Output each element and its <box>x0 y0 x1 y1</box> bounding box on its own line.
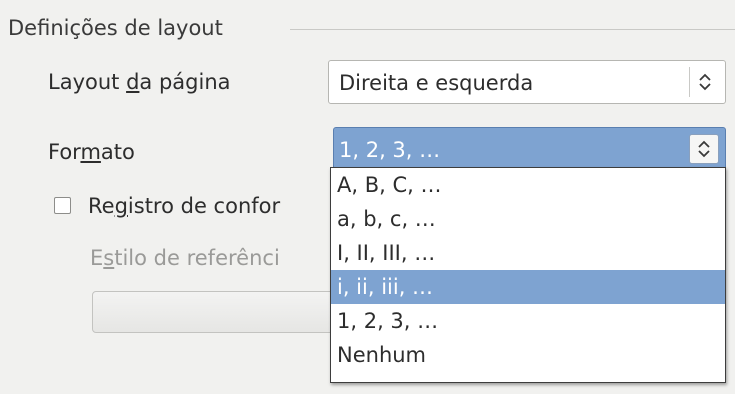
section-divider <box>290 29 735 30</box>
format-dropdown-list[interactable]: A, B, C, … a, b, c, … I, II, III, … i, i… <box>330 167 726 383</box>
register-true-label-mnemonic: g <box>114 194 128 218</box>
format-label-part: For <box>48 140 81 164</box>
register-true-label-part: istro de confor <box>127 194 281 218</box>
reference-style-label-part: tilo de referênci <box>114 246 280 270</box>
up-down-arrows-icon[interactable] <box>689 67 719 97</box>
format-label: Formato <box>48 138 135 166</box>
register-true-label[interactable]: Registro de confor <box>88 192 280 220</box>
register-true-label-part: Re <box>88 194 115 218</box>
page-layout-label: Layout da página <box>48 68 231 96</box>
page-layout-combobox[interactable]: Direita e esquerda <box>328 60 726 104</box>
format-label-mnemonic: m <box>80 140 101 164</box>
format-combobox[interactable]: 1, 2, 3, … <box>333 127 726 171</box>
reference-style-label-mnemonic: s <box>103 246 115 270</box>
format-value: 1, 2, 3, … <box>339 138 441 162</box>
format-label-part: ato <box>100 140 135 164</box>
page-layout-label-mnemonic: d <box>126 70 140 94</box>
reference-style-label-part: E <box>90 246 104 270</box>
format-option[interactable]: Nenhum <box>331 338 725 372</box>
register-true-checkbox[interactable] <box>54 197 71 214</box>
format-option[interactable]: I, II, III, … <box>331 236 725 270</box>
format-option[interactable]: 1, 2, 3, … <box>331 304 725 338</box>
page-layout-label-part: a página <box>139 70 231 94</box>
layout-settings-heading: Definições de layout <box>8 14 231 42</box>
page-layout-label-part: Layout <box>48 70 127 94</box>
page-layout-value: Direita e esquerda <box>339 71 534 95</box>
format-option[interactable]: a, b, c, … <box>331 202 725 236</box>
up-down-arrows-icon[interactable] <box>689 134 719 164</box>
reference-style-label: Estilo de referênci <box>90 244 280 272</box>
format-option-highlighted[interactable]: i, ii, iii, … <box>331 270 725 304</box>
format-option[interactable]: A, B, C, … <box>331 168 725 202</box>
